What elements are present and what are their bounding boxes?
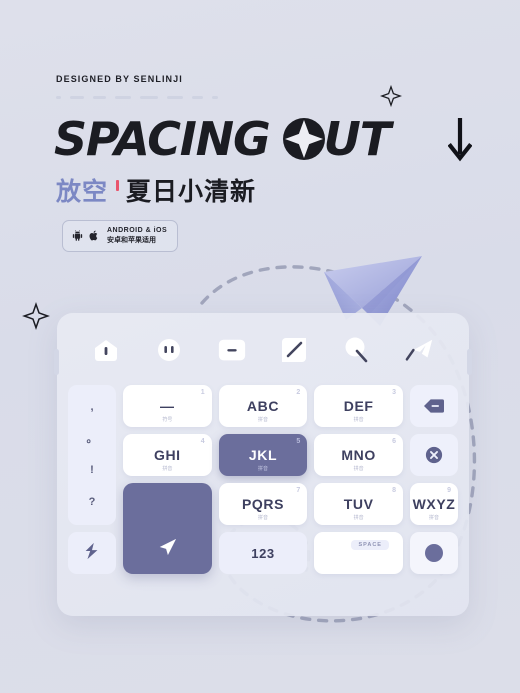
send-icon[interactable] — [405, 335, 435, 365]
key-1[interactable]: 1 — 符号 — [123, 385, 212, 427]
arrow-down-icon — [447, 117, 473, 167]
lightning-icon — [82, 541, 102, 566]
punct-exclaim: ! — [90, 464, 94, 477]
search-icon[interactable] — [342, 335, 372, 365]
diamond-o-icon — [282, 117, 326, 161]
space-chip-label: SPACE — [351, 540, 389, 550]
key-label: ABC — [246, 398, 280, 414]
space-key[interactable]: SPACE — [314, 532, 403, 574]
title-word-two-text: UT — [323, 112, 392, 166]
key-label: — — [160, 398, 175, 414]
key-corner-digit: 7 — [296, 487, 301, 494]
badge-text: ANDROID & iOS 安卓和苹果适用 — [107, 227, 167, 245]
circle-blob-icon — [424, 544, 443, 562]
key-sublabel: 拼音 — [162, 466, 173, 472]
key-label: MNO — [341, 447, 376, 463]
punct-question: ? — [88, 495, 96, 508]
subtitle-main: 夏日小清新 — [126, 177, 257, 206]
key-sublabel: 拼音 — [257, 515, 268, 521]
key-corner-digit: 6 — [392, 438, 396, 445]
key-label: GHI — [153, 447, 181, 463]
key-sublabel: 拼音 — [353, 466, 364, 472]
key-wxyz[interactable]: 9 WXYZ 拼音 — [409, 483, 458, 525]
badge-icons — [71, 229, 100, 242]
key-label: DEF — [343, 398, 374, 414]
subtitle-tick-mark — [116, 180, 120, 191]
keyboard-panel: , 。 ! ? 1 — 符号 2 ABC 拼音 3 DEF 拼音 4 GHI 拼… — [54, 313, 472, 616]
keypad: , 。 ! ? 1 — 符号 2 ABC 拼音 3 DEF 拼音 4 GHI 拼… — [68, 385, 458, 574]
send-key[interactable] — [123, 483, 212, 574]
designer-credit: DESIGNED BY SENLINJI — [56, 74, 183, 84]
backspace-key[interactable] — [409, 385, 458, 427]
page-title: SPACING UT — [54, 112, 392, 166]
apple-icon — [89, 230, 98, 241]
page-subtitle: 放空 夏日小清新 — [56, 172, 256, 208]
circle-x-icon — [425, 446, 443, 464]
title-word-one: SPACING — [54, 112, 271, 166]
sparkle-icon-left — [22, 302, 50, 335]
key-ghi[interactable]: 4 GHI 拼音 — [123, 434, 212, 476]
punct-period: 。 — [86, 432, 98, 445]
punctuation-key[interactable]: , 。 ! ? — [68, 385, 116, 525]
clear-key[interactable] — [409, 434, 458, 476]
subtitle-accent: 放空 — [56, 177, 109, 206]
key-sublabel: 拼音 — [428, 515, 439, 521]
key-tuv[interactable]: 8 TUV 拼音 — [314, 483, 403, 525]
send-plane-icon — [156, 537, 178, 562]
key-corner-digit: 4 — [200, 438, 205, 445]
number-key-label: 123 — [251, 545, 275, 561]
title-word-two: UT — [282, 112, 392, 166]
dash-row-decoration — [56, 96, 218, 99]
key-def[interactable]: 3 DEF 拼音 — [314, 385, 403, 427]
backspace-icon — [423, 398, 444, 414]
sparkle-icon-top-right — [379, 84, 403, 112]
key-corner-digit: 3 — [392, 389, 396, 396]
key-sublabel: 拼音 — [353, 417, 364, 423]
badge-line-cn: 安卓和苹果适用 — [107, 235, 156, 244]
android-icon — [72, 230, 83, 242]
home-icon[interactable] — [91, 335, 121, 365]
key-label: JKL — [248, 447, 278, 463]
key-jkl[interactable]: 5 JKL 拼音 — [218, 434, 308, 476]
key-corner-digit: 8 — [392, 487, 396, 494]
key-mno[interactable]: 6 MNO 拼音 — [314, 434, 403, 476]
badge-line-en: ANDROID & iOS — [107, 227, 168, 234]
key-corner-digit: 1 — [200, 389, 205, 396]
key-corner-digit: 5 — [296, 438, 301, 445]
poster-canvas: DESIGNED BY SENLINJI SPACING UT 放空 夏日小清新 — [0, 0, 520, 693]
key-label: PQRS — [241, 496, 285, 512]
number-key[interactable]: 123 — [218, 532, 308, 574]
key-corner-digit: 9 — [447, 487, 451, 494]
key-label: TUV — [343, 496, 374, 512]
edit-icon[interactable] — [279, 335, 309, 365]
minimize-icon[interactable] — [217, 335, 247, 365]
platform-badge: ANDROID & iOS 安卓和苹果适用 — [62, 220, 179, 252]
voice-key[interactable] — [409, 532, 458, 574]
key-sublabel: 拼音 — [353, 515, 364, 521]
emoji-icon[interactable] — [154, 335, 184, 365]
punct-comma: , — [90, 401, 94, 414]
key-label: WXYZ — [412, 496, 456, 512]
switch-input-key[interactable] — [68, 532, 116, 574]
keyboard-toolbar — [57, 335, 469, 365]
key-pqrs[interactable]: 7 PQRS 拼音 — [218, 483, 308, 525]
key-sublabel: 拼音 — [257, 417, 268, 423]
key-corner-digit: 2 — [296, 389, 301, 396]
key-sublabel: 符号 — [162, 417, 173, 423]
key-sublabel: 拼音 — [257, 466, 268, 472]
key-abc[interactable]: 2 ABC 拼音 — [218, 385, 308, 427]
